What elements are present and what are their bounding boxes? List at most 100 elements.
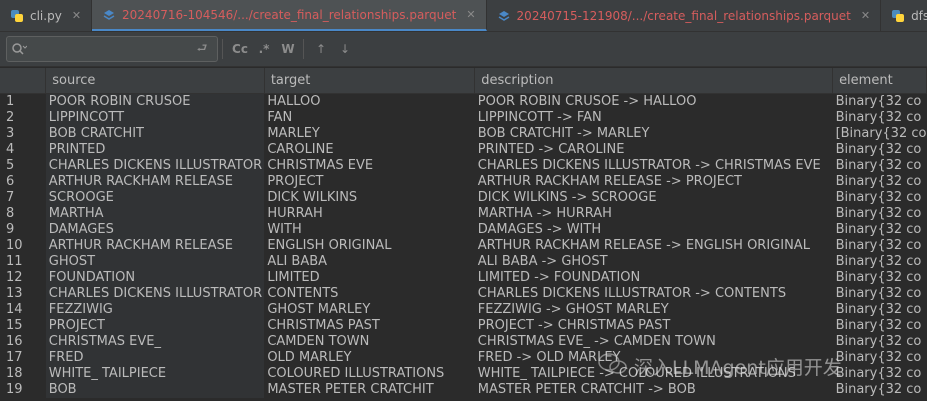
cell-target[interactable]: CHRISTMAS EVE bbox=[264, 158, 474, 174]
cell-target[interactable]: CAMDEN TOWN bbox=[264, 334, 474, 350]
cell-source[interactable]: FEZZIWIG bbox=[45, 302, 265, 318]
cell-source[interactable]: WHITE_ TAILPIECE bbox=[45, 366, 265, 382]
cell-target[interactable]: GHOST MARLEY bbox=[264, 302, 474, 318]
cell-element[interactable]: Binary{32 co bbox=[832, 158, 927, 174]
cell-description[interactable]: LIMITED -> FOUNDATION bbox=[475, 270, 833, 286]
cell-target[interactable]: PROJECT bbox=[264, 174, 474, 190]
column-header-source[interactable]: source bbox=[45, 68, 265, 94]
table-row[interactable]: 17 FRED OLD MARLEY FRED -> OLD MARLEY Binary… bbox=[0, 350, 927, 366]
cell-description[interactable]: ARTHUR RACKHAM RELEASE -> PROJECT bbox=[475, 174, 833, 190]
cell-source[interactable]: PROJECT bbox=[45, 318, 265, 334]
previous-occurrence-button[interactable]: ↑ bbox=[310, 38, 332, 60]
cell-source[interactable]: CHRISTMAS EVE_ bbox=[45, 334, 265, 350]
search-input[interactable] bbox=[29, 41, 189, 57]
column-header-target[interactable]: target bbox=[264, 68, 476, 94]
tab-2[interactable]: 20240715-121908/.../create_final_relatio… bbox=[487, 0, 882, 31]
data-grid[interactable]: source target description element 1 POOR … bbox=[0, 68, 927, 401]
cell-element[interactable]: Binary{32 co bbox=[832, 142, 927, 158]
cell-element[interactable]: Binary{32 co bbox=[832, 238, 927, 254]
cell-target[interactable]: WITH bbox=[264, 222, 474, 238]
table-row[interactable]: 5 CHARLES DICKENS ILLUSTRATOR CHRISTMAS EV… bbox=[0, 158, 927, 174]
cell-element[interactable]: Binary{32 co bbox=[832, 350, 927, 366]
cell-source[interactable]: LIPPINCOTT bbox=[45, 110, 265, 126]
cell-description[interactable]: CHARLES DICKENS ILLUSTRATOR -> CONTENTS bbox=[475, 286, 833, 302]
cell-element[interactable]: Binary{32 co bbox=[832, 174, 927, 190]
table-row[interactable]: 2 LIPPINCOTT FAN LIPPINCOTT -> FAN Binary{32… bbox=[0, 110, 927, 126]
cell-target[interactable]: LIMITED bbox=[264, 270, 474, 286]
table-row[interactable]: 12 FOUNDATION LIMITED LIMITED -> FOUNDATION… bbox=[0, 270, 927, 286]
cell-source[interactable]: CHARLES DICKENS ILLUSTRATOR bbox=[45, 286, 265, 302]
replace-icon[interactable]: ⮐ bbox=[191, 38, 213, 60]
table-row[interactable]: 13 CHARLES DICKENS ILLUSTRATOR CONTENTS CHA… bbox=[0, 286, 927, 302]
cell-target[interactable]: CONTENTS bbox=[264, 286, 474, 302]
column-header-element[interactable]: element bbox=[832, 68, 927, 94]
cell-target[interactable]: MARLEY bbox=[264, 126, 474, 142]
cell-element[interactable]: Binary{32 co bbox=[832, 110, 927, 126]
table-row[interactable]: 6 ARTHUR RACKHAM RELEASE PROJECT ARTHUR RAC… bbox=[0, 174, 927, 190]
tab-1[interactable]: 20240716-104546/.../create_final_relatio… bbox=[92, 0, 487, 31]
cell-element[interactable]: Binary{32 co bbox=[832, 270, 927, 286]
cell-element[interactable]: Binary{32 co bbox=[832, 286, 927, 302]
cell-element[interactable]: Binary{32 co bbox=[832, 334, 927, 350]
cell-element[interactable]: Binary{32 co bbox=[832, 318, 927, 334]
table-row[interactable]: 1 POOR ROBIN CRUSOE HALLOO POOR ROBIN CRUSO… bbox=[0, 93, 927, 111]
cell-element[interactable]: Binary{32 co bbox=[832, 302, 927, 318]
cell-target[interactable]: ENGLISH ORIGINAL bbox=[264, 238, 474, 254]
cell-source[interactable]: BOB bbox=[45, 382, 265, 398]
cell-description[interactable]: CHARLES DICKENS ILLUSTRATOR -> CHRISTMAS… bbox=[475, 158, 833, 174]
close-icon[interactable]: ✕ bbox=[466, 8, 475, 21]
table-row[interactable]: 9 DAMAGES WITH DAMAGES -> WITH Binary{32 co bbox=[0, 222, 927, 238]
cell-source[interactable]: SCROOGE bbox=[45, 190, 265, 206]
cell-description[interactable]: WHITE_ TAILPIECE -> COLOURED ILLUSTRATIO… bbox=[475, 366, 833, 382]
table-row[interactable]: 7 SCROOGE DICK WILKINS DICK WILKINS -> SCRO… bbox=[0, 190, 927, 206]
cell-target[interactable]: MASTER PETER CRATCHIT bbox=[264, 382, 474, 398]
tab-3[interactable]: dfs.py✕ bbox=[881, 0, 927, 31]
close-icon[interactable]: ✕ bbox=[72, 9, 81, 22]
next-occurrence-button[interactable]: ↓ bbox=[334, 38, 356, 60]
cell-description[interactable]: ALI BABA -> GHOST bbox=[475, 254, 833, 270]
cell-source[interactable]: DAMAGES bbox=[45, 222, 265, 238]
cell-target[interactable]: HURRAH bbox=[264, 206, 474, 222]
cell-target[interactable]: COLOURED ILLUSTRATIONS bbox=[264, 366, 474, 382]
cell-description[interactable]: MARTHA -> HURRAH bbox=[475, 206, 833, 222]
match-case-button[interactable]: Cc bbox=[229, 38, 251, 60]
cell-source[interactable]: GHOST bbox=[45, 254, 265, 270]
cell-description[interactable]: POOR ROBIN CRUSOE -> HALLOO bbox=[475, 94, 833, 111]
cell-element[interactable]: Binary{32 co bbox=[832, 222, 927, 238]
cell-element[interactable]: [Binary{32 co bbox=[832, 126, 927, 142]
cell-source[interactable]: BOB CRATCHIT bbox=[45, 126, 265, 142]
cell-source[interactable]: CHARLES DICKENS ILLUSTRATOR bbox=[45, 158, 265, 174]
cell-target[interactable]: DICK WILKINS bbox=[264, 190, 474, 206]
table-row[interactable]: 3 BOB CRATCHIT MARLEY BOB CRATCHIT -> MARLE… bbox=[0, 126, 927, 142]
cell-target[interactable]: CAROLINE bbox=[264, 142, 474, 158]
cell-description[interactable]: FEZZIWIG -> GHOST MARLEY bbox=[475, 302, 833, 318]
cell-description[interactable]: BOB CRATCHIT -> MARLEY bbox=[475, 126, 833, 142]
cell-description[interactable]: CHRISTMAS EVE_ -> CAMDEN TOWN bbox=[475, 334, 833, 350]
cell-element[interactable]: Binary{32 co bbox=[832, 382, 927, 398]
tab-0[interactable]: cli.py ✕ bbox=[0, 0, 93, 31]
regex-button[interactable]: .* bbox=[253, 38, 275, 60]
cell-element[interactable]: Binary{32 co bbox=[832, 93, 927, 110]
cell-description[interactable]: LIPPINCOTT -> FAN bbox=[475, 110, 833, 126]
column-header-description[interactable]: description bbox=[474, 68, 834, 94]
cell-source[interactable]: MARTHA bbox=[45, 206, 265, 222]
table-row[interactable]: 10 ARTHUR RACKHAM RELEASE ENGLISH ORIGINAL… bbox=[0, 238, 927, 254]
cell-description[interactable]: MASTER PETER CRATCHIT -> BOB bbox=[475, 382, 833, 398]
whole-words-button[interactable]: W bbox=[277, 38, 299, 60]
table-row[interactable]: 8 MARTHA HURRAH MARTHA -> HURRAH Binary{32 c… bbox=[0, 206, 927, 222]
table-row[interactable]: 19 BOB MASTER PETER CRATCHIT MASTER PETER C… bbox=[0, 382, 927, 398]
close-icon[interactable]: ✕ bbox=[861, 9, 870, 22]
cell-source[interactable]: FOUNDATION bbox=[45, 270, 265, 286]
cell-source[interactable]: POOR ROBIN CRUSOE bbox=[45, 93, 265, 110]
cell-description[interactable]: DICK WILKINS -> SCROOGE bbox=[475, 190, 833, 206]
search-icon[interactable] bbox=[11, 41, 29, 57]
cell-description[interactable]: DAMAGES -> WITH bbox=[475, 222, 833, 238]
cell-target[interactable]: HALLOO bbox=[264, 94, 474, 111]
cell-element[interactable]: Binary{32 co bbox=[832, 206, 927, 222]
cell-element[interactable]: Binary{32 co bbox=[832, 366, 927, 382]
search-field[interactable]: ⮐ bbox=[6, 36, 218, 62]
cell-target[interactable]: FAN bbox=[264, 110, 474, 126]
table-row[interactable]: 15 PROJECT CHRISTMAS PAST PROJECT -> CHRIST… bbox=[0, 318, 927, 334]
cell-description[interactable]: ARTHUR RACKHAM RELEASE -> ENGLISH ORIGIN… bbox=[475, 238, 833, 254]
cell-description[interactable]: PROJECT -> CHRISTMAS PAST bbox=[475, 318, 833, 334]
